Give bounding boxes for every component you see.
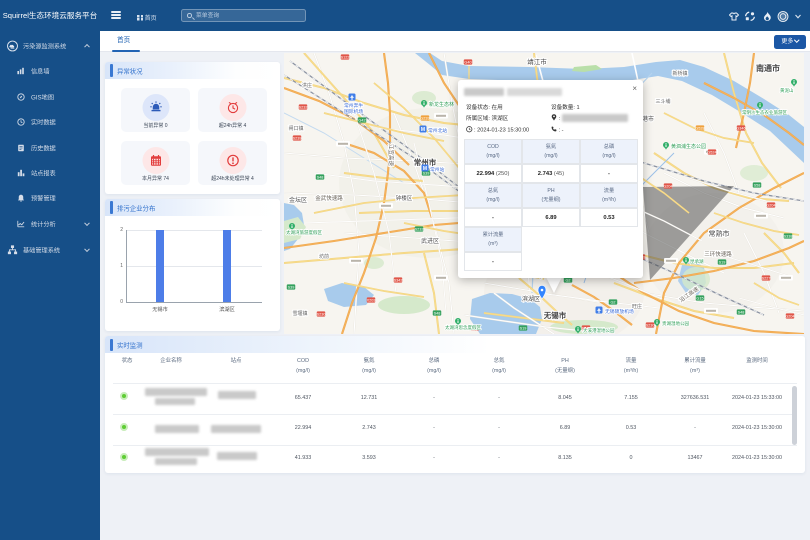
svg-text:S48: S48: [434, 312, 441, 316]
svg-text:常州北站: 常州北站: [428, 127, 447, 134]
svg-text:金武快速路: 金武快速路: [315, 194, 343, 202]
svg-text:S338: S338: [784, 235, 793, 239]
svg-text:新桥镇: 新桥镇: [672, 70, 687, 77]
svg-text:江宜高速: 江宜高速: [387, 144, 395, 167]
svg-text:S39: S39: [288, 286, 295, 290]
svg-text:S19: S19: [719, 261, 726, 265]
svg-text:M: M: [423, 166, 427, 172]
svg-text:靖江市: 靖江市: [527, 57, 547, 66]
svg-text:G204: G204: [766, 204, 775, 208]
svg-text:洪庄: 洪庄: [302, 82, 312, 89]
svg-text:G40: G40: [464, 61, 471, 65]
svg-text:金坛区: 金坛区: [289, 196, 307, 204]
svg-text:G524: G524: [707, 151, 716, 155]
svg-text:南通市: 南通市: [756, 63, 780, 73]
svg-text:S239: S239: [293, 137, 302, 141]
svg-text:常州奔牛: 常州奔牛: [344, 102, 363, 109]
svg-text:昆承湖: 昆承湖: [690, 258, 704, 265]
svg-text:无锡市: 无锡市: [543, 310, 567, 320]
svg-text:无锡硕放机场: 无锡硕放机场: [605, 308, 634, 315]
svg-text:G42: G42: [358, 119, 365, 123]
svg-text:黄泗浦生态公园: 黄泗浦生态公园: [671, 143, 706, 150]
svg-text:武进区: 武进区: [421, 237, 439, 245]
svg-text:G204: G204: [663, 185, 672, 189]
svg-text:S48: S48: [738, 311, 745, 315]
svg-text:太湖湾思念度假区: 太湖湾思念度假区: [445, 324, 481, 331]
svg-text:旺庄: 旺庄: [632, 303, 642, 310]
svg-text:M: M: [421, 127, 425, 133]
svg-text:G346: G346: [736, 127, 745, 131]
svg-text:S342: S342: [394, 279, 403, 283]
svg-text:S48: S48: [317, 176, 324, 180]
svg-text:S232: S232: [415, 228, 424, 232]
svg-text:G2: G2: [610, 301, 615, 305]
svg-text:S39: S39: [423, 172, 430, 176]
svg-text:S227: S227: [762, 277, 771, 281]
svg-text:常熟市: 常熟市: [709, 229, 730, 238]
svg-text:港市: 港市: [642, 115, 654, 123]
svg-text:国际机场: 国际机场: [344, 108, 363, 115]
svg-text:S230: S230: [646, 324, 655, 328]
svg-text:雪堰镇: 雪堰镇: [292, 310, 307, 317]
svg-text:S232: S232: [299, 106, 308, 110]
svg-text:三环快速路: 三环快速路: [704, 250, 732, 258]
svg-text:S19: S19: [520, 327, 527, 331]
svg-text:常州站: 常州站: [430, 166, 445, 173]
svg-text:S230: S230: [317, 313, 326, 317]
svg-text:X203: X203: [367, 299, 376, 303]
svg-text:大溪港湿地公园: 大溪港湿地公园: [583, 327, 615, 334]
svg-text:S122: S122: [341, 56, 350, 60]
svg-text:钟楼区: 钟楼区: [396, 194, 413, 202]
svg-text:闸口镇: 闸口镇: [288, 125, 303, 132]
svg-text:S58: S58: [754, 184, 761, 188]
svg-text:G2: G2: [565, 279, 570, 283]
svg-text:G15: G15: [696, 297, 703, 301]
svg-text:黄泥山: 黄泥山: [780, 87, 794, 94]
svg-text:滨湖区: 滨湖区: [522, 295, 540, 303]
svg-text:太湖湾旅游度假区: 太湖湾旅游度假区: [286, 229, 322, 236]
svg-text:G233: G233: [420, 117, 429, 121]
svg-text:G528: G528: [695, 127, 704, 131]
svg-text:三斗埔: 三斗埔: [655, 98, 670, 105]
svg-text:坊前: 坊前: [319, 253, 329, 260]
svg-text:常阴沙生态农业旅游区: 常阴沙生态农业旅游区: [742, 109, 787, 116]
svg-text:G204: G204: [785, 315, 794, 319]
svg-text:贵湖湿地公园: 贵湖湿地公园: [662, 320, 689, 327]
svg-text:新龙生态林: 新龙生态林: [429, 101, 454, 108]
